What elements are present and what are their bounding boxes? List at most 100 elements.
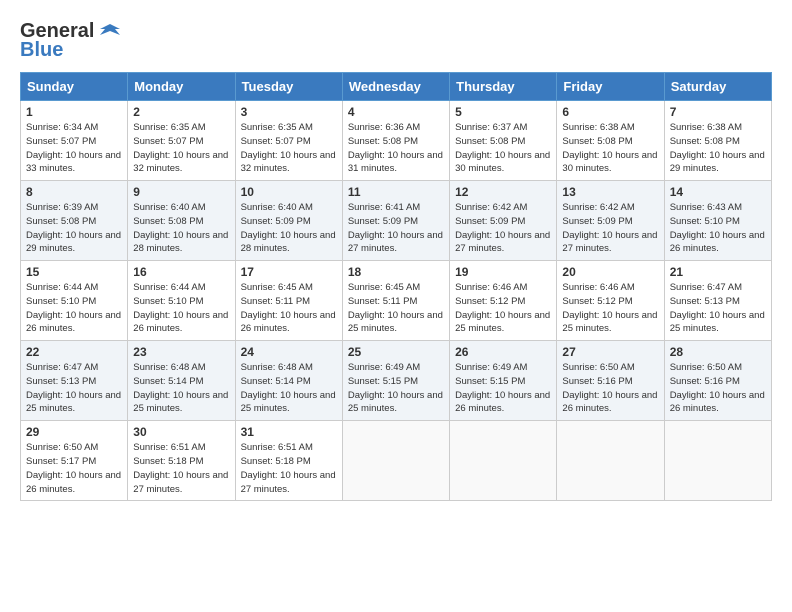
day-number: 3: [241, 105, 337, 119]
cell-details: Sunrise: 6:50 AMSunset: 5:16 PMDaylight:…: [670, 362, 765, 414]
cell-details: Sunrise: 6:46 AMSunset: 5:12 PMDaylight:…: [562, 282, 657, 334]
day-number: 9: [133, 185, 229, 199]
cell-details: Sunrise: 6:40 AMSunset: 5:08 PMDaylight:…: [133, 202, 228, 254]
calendar-cell: 25 Sunrise: 6:49 AMSunset: 5:15 PMDayligh…: [342, 341, 449, 421]
day-number: 6: [562, 105, 658, 119]
calendar-cell: [557, 421, 664, 501]
cell-details: Sunrise: 6:35 AMSunset: 5:07 PMDaylight:…: [241, 122, 336, 174]
day-header-monday: Monday: [128, 73, 235, 101]
calendar-cell: 7 Sunrise: 6:38 AMSunset: 5:08 PMDaylight…: [664, 101, 771, 181]
day-number: 4: [348, 105, 444, 119]
day-number: 2: [133, 105, 229, 119]
day-number: 5: [455, 105, 551, 119]
cell-details: Sunrise: 6:43 AMSunset: 5:10 PMDaylight:…: [670, 202, 765, 254]
day-number: 22: [26, 345, 122, 359]
day-number: 20: [562, 265, 658, 279]
day-number: 15: [26, 265, 122, 279]
calendar-cell: 15 Sunrise: 6:44 AMSunset: 5:10 PMDayligh…: [21, 261, 128, 341]
calendar-cell: 9 Sunrise: 6:40 AMSunset: 5:08 PMDaylight…: [128, 181, 235, 261]
calendar-cell: 28 Sunrise: 6:50 AMSunset: 5:16 PMDayligh…: [664, 341, 771, 421]
calendar-cell: 6 Sunrise: 6:38 AMSunset: 5:08 PMDaylight…: [557, 101, 664, 181]
day-number: 30: [133, 425, 229, 439]
cell-details: Sunrise: 6:38 AMSunset: 5:08 PMDaylight:…: [562, 122, 657, 174]
calendar-cell: 20 Sunrise: 6:46 AMSunset: 5:12 PMDayligh…: [557, 261, 664, 341]
cell-details: Sunrise: 6:35 AMSunset: 5:07 PMDaylight:…: [133, 122, 228, 174]
day-number: 12: [455, 185, 551, 199]
calendar-cell: [450, 421, 557, 501]
calendar-cell: 19Sunrise: 6:46 AMSunset: 5:12 PMDayligh…: [450, 261, 557, 341]
cell-details: Sunrise: 6:40 AMSunset: 5:09 PMDaylight:…: [241, 202, 336, 254]
cell-details: Sunrise: 6:47 AMSunset: 5:13 PMDaylight:…: [670, 282, 765, 334]
day-header-friday: Friday: [557, 73, 664, 101]
calendar-cell: 21 Sunrise: 6:47 AMSunset: 5:13 PMDayligh…: [664, 261, 771, 341]
cell-details: Sunrise: 6:44 AMSunset: 5:10 PMDaylight:…: [133, 282, 228, 334]
calendar-cell: [664, 421, 771, 501]
calendar-cell: 31 Sunrise: 6:51 AMSunset: 5:18 PMDayligh…: [235, 421, 342, 501]
logo-container: General Blue: [20, 20, 122, 62]
day-number: 14: [670, 185, 766, 199]
cell-details: Sunrise: 6:49 AMSunset: 5:15 PMDaylight:…: [455, 362, 550, 414]
day-header-wednesday: Wednesday: [342, 73, 449, 101]
day-header-sunday: Sunday: [21, 73, 128, 101]
logo: General Blue: [20, 20, 122, 62]
calendar-cell: 12Sunrise: 6:42 AMSunset: 5:09 PMDayligh…: [450, 181, 557, 261]
calendar-cell: 29Sunrise: 6:50 AMSunset: 5:17 PMDayligh…: [21, 421, 128, 501]
day-number: 26: [455, 345, 551, 359]
day-number: 21: [670, 265, 766, 279]
day-number: 13: [562, 185, 658, 199]
calendar-cell: 11 Sunrise: 6:41 AMSunset: 5:09 PMDayligh…: [342, 181, 449, 261]
cell-details: Sunrise: 6:51 AMSunset: 5:18 PMDaylight:…: [241, 442, 336, 494]
calendar-cell: 2 Sunrise: 6:35 AMSunset: 5:07 PMDaylight…: [128, 101, 235, 181]
cell-details: Sunrise: 6:34 AMSunset: 5:07 PMDaylight:…: [26, 122, 121, 174]
day-number: 16: [133, 265, 229, 279]
cell-details: Sunrise: 6:48 AMSunset: 5:14 PMDaylight:…: [241, 362, 336, 414]
header: General Blue: [20, 20, 772, 62]
day-number: 11: [348, 185, 444, 199]
cell-details: Sunrise: 6:38 AMSunset: 5:08 PMDaylight:…: [670, 122, 765, 174]
calendar-cell: 10Sunrise: 6:40 AMSunset: 5:09 PMDayligh…: [235, 181, 342, 261]
calendar-cell: 26 Sunrise: 6:49 AMSunset: 5:15 PMDayligh…: [450, 341, 557, 421]
calendar-cell: 5 Sunrise: 6:37 AMSunset: 5:08 PMDaylight…: [450, 101, 557, 181]
calendar-cell: [342, 421, 449, 501]
cell-details: Sunrise: 6:45 AMSunset: 5:11 PMDaylight:…: [348, 282, 443, 334]
calendar-cell: 8Sunrise: 6:39 AMSunset: 5:08 PMDaylight…: [21, 181, 128, 261]
calendar-cell: 27Sunrise: 6:50 AMSunset: 5:16 PMDayligh…: [557, 341, 664, 421]
cell-details: Sunrise: 6:42 AMSunset: 5:09 PMDaylight:…: [562, 202, 657, 254]
cell-details: Sunrise: 6:48 AMSunset: 5:14 PMDaylight:…: [133, 362, 228, 414]
cell-details: Sunrise: 6:46 AMSunset: 5:12 PMDaylight:…: [455, 282, 550, 334]
calendar-cell: 18 Sunrise: 6:45 AMSunset: 5:11 PMDayligh…: [342, 261, 449, 341]
day-number: 17: [241, 265, 337, 279]
cell-details: Sunrise: 6:39 AMSunset: 5:08 PMDaylight:…: [26, 202, 121, 254]
day-number: 18: [348, 265, 444, 279]
cell-details: Sunrise: 6:41 AMSunset: 5:09 PMDaylight:…: [348, 202, 443, 254]
calendar-cell: 24 Sunrise: 6:48 AMSunset: 5:14 PMDayligh…: [235, 341, 342, 421]
cell-details: Sunrise: 6:47 AMSunset: 5:13 PMDaylight:…: [26, 362, 121, 414]
day-number: 28: [670, 345, 766, 359]
day-number: 25: [348, 345, 444, 359]
cell-details: Sunrise: 6:36 AMSunset: 5:08 PMDaylight:…: [348, 122, 443, 174]
cell-details: Sunrise: 6:44 AMSunset: 5:10 PMDaylight:…: [26, 282, 121, 334]
calendar-table: SundayMondayTuesdayWednesdayThursdayFrid…: [20, 72, 772, 501]
day-number: 24: [241, 345, 337, 359]
calendar-cell: 23 Sunrise: 6:48 AMSunset: 5:14 PMDayligh…: [128, 341, 235, 421]
cell-details: Sunrise: 6:49 AMSunset: 5:15 PMDaylight:…: [348, 362, 443, 414]
cell-details: Sunrise: 6:50 AMSunset: 5:17 PMDaylight:…: [26, 442, 121, 494]
day-number: 1: [26, 105, 122, 119]
calendar-cell: 3 Sunrise: 6:35 AMSunset: 5:07 PMDaylight…: [235, 101, 342, 181]
logo-wing-icon: [96, 21, 122, 43]
day-number: 7: [670, 105, 766, 119]
logo-blue-word: Blue: [20, 39, 63, 62]
calendar-cell: 22 Sunrise: 6:47 AMSunset: 5:13 PMDayligh…: [21, 341, 128, 421]
calendar-cell: 17 Sunrise: 6:45 AMSunset: 5:11 PMDayligh…: [235, 261, 342, 341]
calendar-cell: 14 Sunrise: 6:43 AMSunset: 5:10 PMDayligh…: [664, 181, 771, 261]
calendar-cell: 30 Sunrise: 6:51 AMSunset: 5:18 PMDayligh…: [128, 421, 235, 501]
cell-details: Sunrise: 6:37 AMSunset: 5:08 PMDaylight:…: [455, 122, 550, 174]
day-header-saturday: Saturday: [664, 73, 771, 101]
day-number: 31: [241, 425, 337, 439]
cell-details: Sunrise: 6:45 AMSunset: 5:11 PMDaylight:…: [241, 282, 336, 334]
day-number: 23: [133, 345, 229, 359]
cell-details: Sunrise: 6:51 AMSunset: 5:18 PMDaylight:…: [133, 442, 228, 494]
cell-details: Sunrise: 6:50 AMSunset: 5:16 PMDaylight:…: [562, 362, 657, 414]
calendar-cell: 1 Sunrise: 6:34 AMSunset: 5:07 PMDaylight…: [21, 101, 128, 181]
day-header-thursday: Thursday: [450, 73, 557, 101]
